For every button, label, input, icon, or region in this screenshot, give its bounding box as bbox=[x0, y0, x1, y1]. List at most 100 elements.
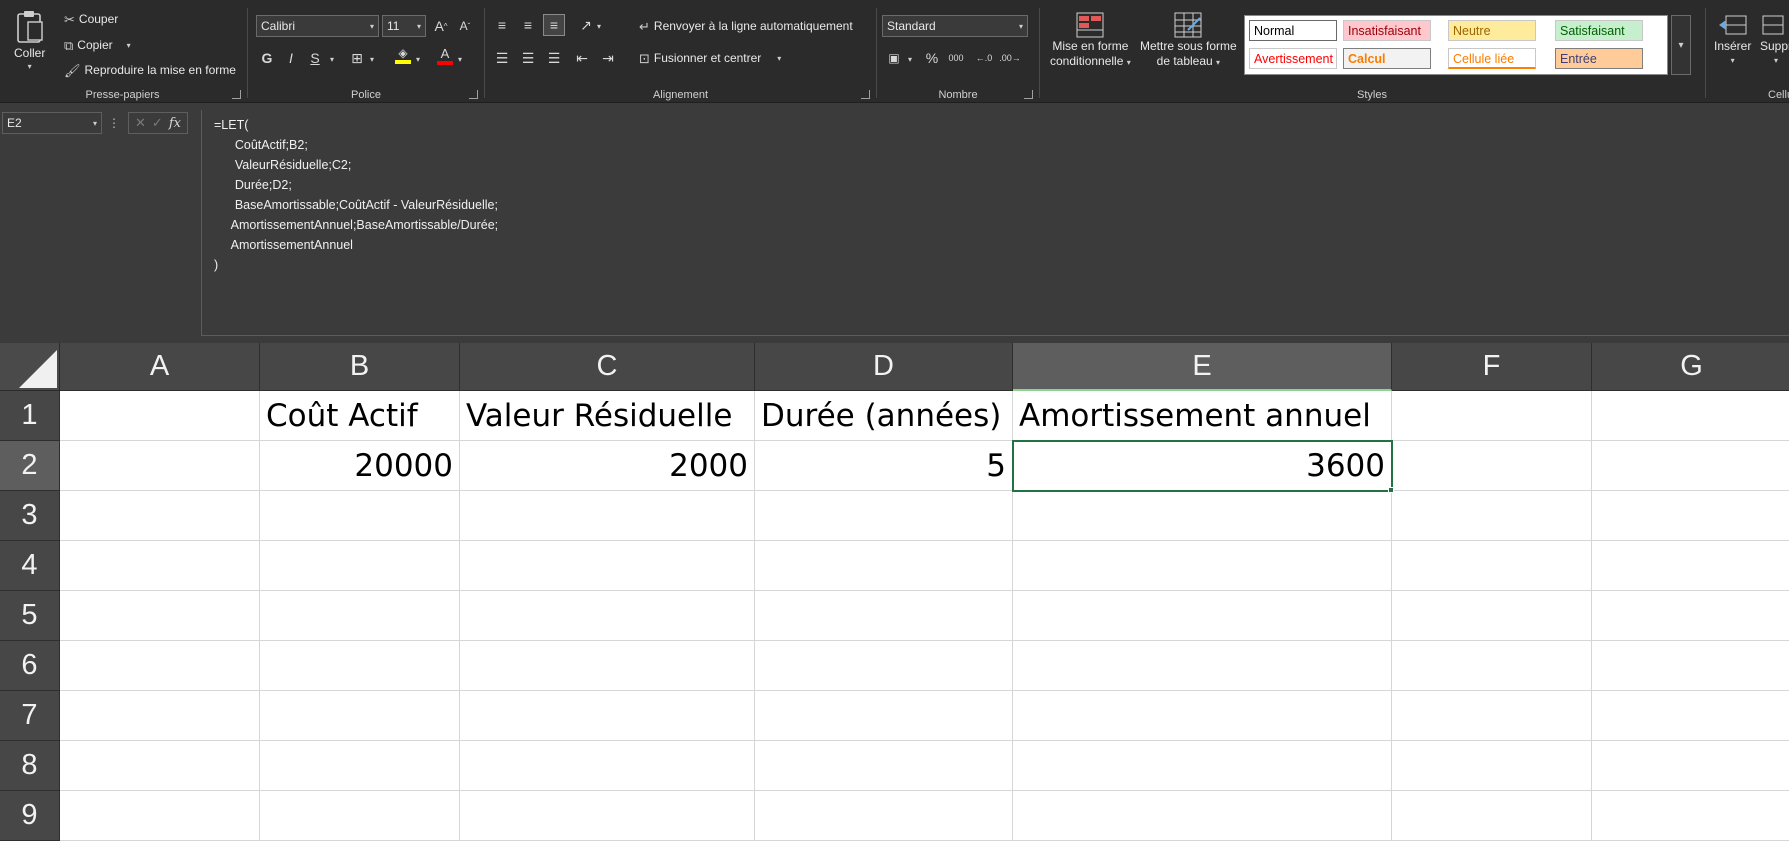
cell-f5[interactable] bbox=[1392, 591, 1592, 641]
cell-d5[interactable] bbox=[755, 591, 1013, 641]
cell-b4[interactable] bbox=[260, 541, 460, 591]
cell-c5[interactable] bbox=[460, 591, 755, 641]
cell-e2[interactable]: 3600 bbox=[1012, 440, 1393, 492]
decrease-indent-button[interactable]: ⇤ bbox=[571, 47, 593, 69]
cell-d7[interactable] bbox=[755, 691, 1013, 741]
column-header-b[interactable]: B bbox=[260, 343, 460, 391]
cell-c2[interactable]: 2000 bbox=[460, 441, 755, 491]
chevron-down-icon[interactable]: ▾ bbox=[330, 55, 334, 64]
cell-c9[interactable] bbox=[460, 791, 755, 841]
chevron-down-icon[interactable]: ▾ bbox=[597, 22, 601, 31]
cell-f1[interactable] bbox=[1392, 391, 1592, 441]
cell-d3[interactable] bbox=[755, 491, 1013, 541]
chevron-down-icon[interactable]: ▾ bbox=[458, 55, 462, 64]
cell-g2[interactable] bbox=[1592, 441, 1789, 491]
align-right-button[interactable]: ☰ bbox=[543, 47, 565, 69]
column-header-g[interactable]: G bbox=[1592, 343, 1789, 391]
row-header-5[interactable]: 5 bbox=[0, 591, 60, 641]
style-normal[interactable]: Normal bbox=[1249, 20, 1337, 41]
cell-a6[interactable] bbox=[60, 641, 260, 691]
font-family-select[interactable]: Calibri ▾ bbox=[256, 15, 379, 37]
cell-f7[interactable] bbox=[1392, 691, 1592, 741]
cell-a9[interactable] bbox=[60, 791, 260, 841]
column-header-f[interactable]: F bbox=[1392, 343, 1592, 391]
orientation-button[interactable]: ↗ bbox=[575, 14, 597, 36]
cancel-icon[interactable]: ✕ bbox=[135, 115, 146, 131]
chevron-down-icon[interactable]: ▾ bbox=[370, 55, 374, 64]
cell-d6[interactable] bbox=[755, 641, 1013, 691]
row-header-8[interactable]: 8 bbox=[0, 741, 60, 791]
cell-b8[interactable] bbox=[260, 741, 460, 791]
cell-d1[interactable]: Durée (années) bbox=[755, 391, 1013, 441]
cell-c3[interactable] bbox=[460, 491, 755, 541]
chevron-down-icon[interactable]: ▾ bbox=[127, 41, 131, 50]
row-header-9[interactable]: 9 bbox=[0, 791, 60, 841]
fill-handle[interactable] bbox=[1388, 487, 1394, 493]
cell-c4[interactable] bbox=[460, 541, 755, 591]
row-header-4[interactable]: 4 bbox=[0, 541, 60, 591]
cell-b7[interactable] bbox=[260, 691, 460, 741]
underline-button[interactable]: S bbox=[304, 47, 326, 69]
row-header-7[interactable]: 7 bbox=[0, 691, 60, 741]
name-box[interactable]: E2 ▾ bbox=[2, 112, 102, 134]
dialog-launcher-icon[interactable] bbox=[861, 90, 870, 99]
font-size-select[interactable]: 11 ▾ bbox=[382, 15, 426, 37]
formula-bar[interactable]: =LET( CoûtActif;B2; ValeurRésiduelle;C2;… bbox=[201, 110, 1789, 336]
column-header-a[interactable]: A bbox=[60, 343, 260, 391]
enter-icon[interactable]: ✓ bbox=[152, 115, 163, 131]
conditional-format-button[interactable]: Mise en forme conditionnelle ▾ bbox=[1050, 12, 1131, 68]
dialog-launcher-icon[interactable] bbox=[1024, 90, 1033, 99]
style-good[interactable]: Satisfaisant bbox=[1555, 20, 1643, 41]
column-header-d[interactable]: D bbox=[755, 343, 1013, 391]
cell-g9[interactable] bbox=[1592, 791, 1789, 841]
merge-center-button[interactable]: ⊡ Fusionner et centrer ▾ bbox=[639, 51, 781, 65]
style-linked-cell[interactable]: Cellule liée bbox=[1448, 48, 1536, 69]
cell-g4[interactable] bbox=[1592, 541, 1789, 591]
select-all-button[interactable] bbox=[0, 343, 60, 391]
cell-c1[interactable]: Valeur Résiduelle bbox=[460, 391, 755, 441]
chevron-down-icon[interactable]: ▾ bbox=[28, 62, 32, 71]
cell-a8[interactable] bbox=[60, 741, 260, 791]
cell-a4[interactable] bbox=[60, 541, 260, 591]
cell-b5[interactable] bbox=[260, 591, 460, 641]
cell-d4[interactable] bbox=[755, 541, 1013, 591]
cell-e6[interactable] bbox=[1013, 641, 1392, 691]
cell-b2[interactable]: 20000 bbox=[260, 441, 460, 491]
chevron-down-icon[interactable]: ▾ bbox=[93, 119, 97, 128]
style-calculation[interactable]: Calcul bbox=[1343, 48, 1431, 69]
style-warning[interactable]: Avertissement bbox=[1249, 48, 1337, 69]
cell-e5[interactable] bbox=[1013, 591, 1392, 641]
wrap-text-button[interactable]: ↵ Renvoyer à la ligne automatiquement bbox=[639, 19, 853, 33]
format-painter-button[interactable]: 🖌 Reproduire la mise en forme bbox=[64, 63, 236, 77]
cell-c7[interactable] bbox=[460, 691, 755, 741]
delete-button[interactable]: Suppr ▾ bbox=[1760, 14, 1789, 65]
row-header-3[interactable]: 3 bbox=[0, 491, 60, 541]
align-top-button[interactable]: ≡ bbox=[491, 14, 513, 36]
cell-f8[interactable] bbox=[1392, 741, 1592, 791]
italic-button[interactable]: I bbox=[280, 47, 302, 69]
accounting-format-button[interactable]: ▣ bbox=[883, 47, 905, 69]
cell-a5[interactable] bbox=[60, 591, 260, 641]
dialog-launcher-icon[interactable] bbox=[469, 90, 478, 99]
column-header-c[interactable]: C bbox=[460, 343, 755, 391]
cell-b1[interactable]: Coût Actif bbox=[260, 391, 460, 441]
align-middle-button[interactable]: ≡ bbox=[517, 14, 539, 36]
cell-a7[interactable] bbox=[60, 691, 260, 741]
row-header-2[interactable]: 2 bbox=[0, 441, 60, 491]
row-header-1[interactable]: 1 bbox=[0, 391, 60, 441]
align-bottom-button[interactable]: ≡ bbox=[543, 14, 565, 36]
cell-g1[interactable] bbox=[1592, 391, 1789, 441]
style-bad[interactable]: Insatisfaisant bbox=[1343, 20, 1431, 41]
cell-c6[interactable] bbox=[460, 641, 755, 691]
decrease-font-size-button[interactable]: Aˇ bbox=[454, 15, 476, 37]
align-left-button[interactable]: ☰ bbox=[491, 47, 513, 69]
thousands-separator-button[interactable]: 000 bbox=[945, 47, 967, 69]
cut-button[interactable]: ✂ Couper bbox=[64, 12, 118, 26]
gallery-more-button[interactable]: ▾ bbox=[1671, 15, 1691, 75]
format-as-table-button[interactable]: Mettre sous forme de tableau ▾ bbox=[1140, 12, 1237, 68]
cell-b9[interactable] bbox=[260, 791, 460, 841]
insert-button[interactable]: Insérer ▾ bbox=[1714, 14, 1751, 65]
cell-a2[interactable] bbox=[60, 441, 260, 491]
chevron-down-icon[interactable]: ▾ bbox=[777, 54, 781, 63]
style-neutral[interactable]: Neutre bbox=[1448, 20, 1536, 41]
